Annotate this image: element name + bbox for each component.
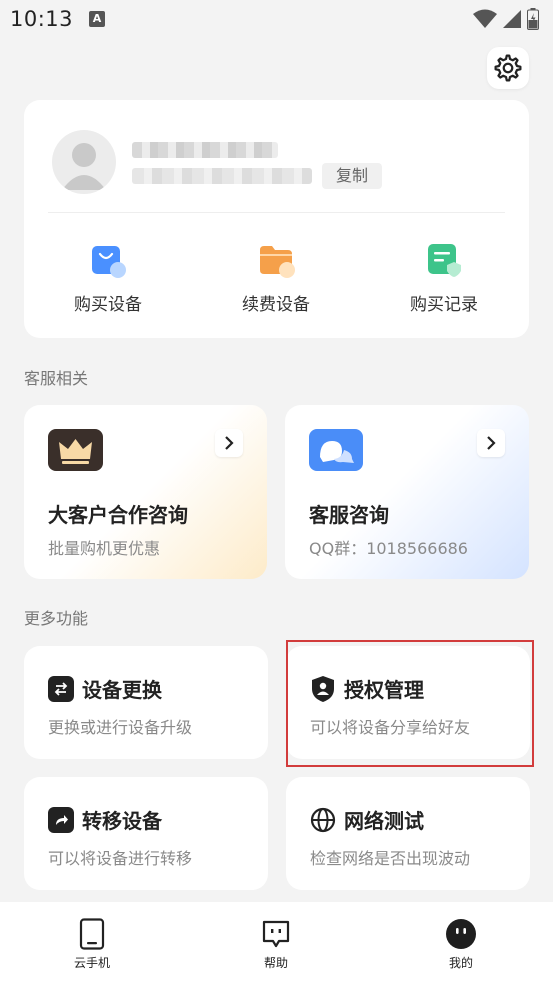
renew-device-button[interactable]: 续费设备 bbox=[216, 240, 336, 315]
purchase-record-label: 购买记录 bbox=[410, 295, 478, 315]
tab-help-label: 帮助 bbox=[263, 956, 288, 970]
status-indicators bbox=[473, 8, 539, 30]
chevron-right-icon bbox=[487, 436, 496, 450]
tab-cloud-phone[interactable]: 云手机 bbox=[52, 918, 132, 971]
highlight-box bbox=[286, 640, 534, 767]
transfer-device-card[interactable]: 转移设备 可以将设备进行转移 bbox=[24, 777, 268, 890]
transfer-device-subtitle: 可以将设备进行转移 bbox=[48, 849, 193, 868]
more-section-title: 更多功能 bbox=[24, 609, 89, 628]
globe-icon bbox=[310, 807, 336, 833]
tab-mine[interactable]: 我的 bbox=[421, 918, 501, 971]
network-test-title: 网络测试 bbox=[344, 809, 424, 833]
service-arrow-button[interactable] bbox=[477, 429, 505, 457]
profile-card: 复制 购买设备 续费设备 购买记录 bbox=[24, 100, 529, 338]
enterprise-arrow-button[interactable] bbox=[215, 429, 243, 457]
divider bbox=[48, 212, 505, 213]
default-avatar-icon bbox=[62, 143, 106, 190]
folder-renew-icon bbox=[260, 246, 295, 278]
blurred-username bbox=[132, 142, 278, 158]
device-replace-card[interactable]: 设备更换 更换或进行设备升级 bbox=[24, 646, 268, 759]
buy-device-label: 购买设备 bbox=[74, 295, 142, 315]
tab-help[interactable]: 帮助 bbox=[236, 918, 316, 971]
status-time: 10:13 bbox=[10, 7, 74, 31]
bottom-tab-bar: 云手机 帮助 我的 bbox=[0, 902, 553, 984]
enterprise-consult-card[interactable]: 大客户合作咨询 批量购机更优惠 bbox=[24, 405, 267, 579]
buy-device-button[interactable]: 购买设备 bbox=[48, 240, 168, 315]
device-replace-subtitle: 更换或进行设备升级 bbox=[48, 718, 193, 737]
renew-device-label: 续费设备 bbox=[242, 295, 310, 315]
chevron-right-icon bbox=[225, 436, 234, 450]
signal-icon bbox=[503, 10, 521, 28]
purchase-record-button[interactable]: 购买记录 bbox=[384, 240, 504, 315]
tab-cloud-phone-label: 云手机 bbox=[73, 956, 110, 970]
service-section-title: 客服相关 bbox=[24, 369, 89, 388]
customer-service-card[interactable]: 客服咨询 QQ群：1018566686 bbox=[285, 405, 529, 579]
enterprise-subtitle: 批量购机更优惠 bbox=[48, 539, 161, 558]
wifi-icon bbox=[473, 9, 497, 28]
gear-icon bbox=[494, 54, 522, 82]
tab-mine-label: 我的 bbox=[448, 956, 473, 970]
service-qq-group: QQ群：1018566686 bbox=[309, 539, 468, 558]
service-title: 客服咨询 bbox=[309, 503, 389, 527]
battery-icon bbox=[527, 8, 539, 30]
settings-button[interactable] bbox=[487, 47, 529, 89]
phone-icon bbox=[79, 918, 105, 950]
chat-help-icon bbox=[262, 920, 290, 948]
swap-icon bbox=[48, 675, 74, 702]
profile-face-icon bbox=[446, 919, 476, 949]
crown-icon bbox=[48, 429, 103, 471]
avatar[interactable] bbox=[52, 130, 116, 194]
shopping-bag-icon bbox=[92, 246, 126, 278]
chat-bubbles-icon bbox=[309, 429, 363, 471]
network-test-card[interactable]: 网络测试 检查网络是否出现波动 bbox=[286, 777, 530, 890]
transfer-device-title: 转移设备 bbox=[82, 809, 162, 833]
copy-button[interactable]: 复制 bbox=[322, 163, 382, 189]
share-arrow-icon bbox=[48, 806, 74, 833]
network-test-subtitle: 检查网络是否出现波动 bbox=[310, 849, 471, 868]
status-bar: 10:13 A bbox=[0, 0, 553, 38]
device-replace-title: 设备更换 bbox=[82, 678, 162, 702]
enterprise-title: 大客户合作咨询 bbox=[48, 503, 188, 527]
blurred-user-id bbox=[132, 168, 312, 184]
record-list-icon bbox=[428, 244, 461, 277]
notification-icon: A bbox=[89, 11, 106, 27]
